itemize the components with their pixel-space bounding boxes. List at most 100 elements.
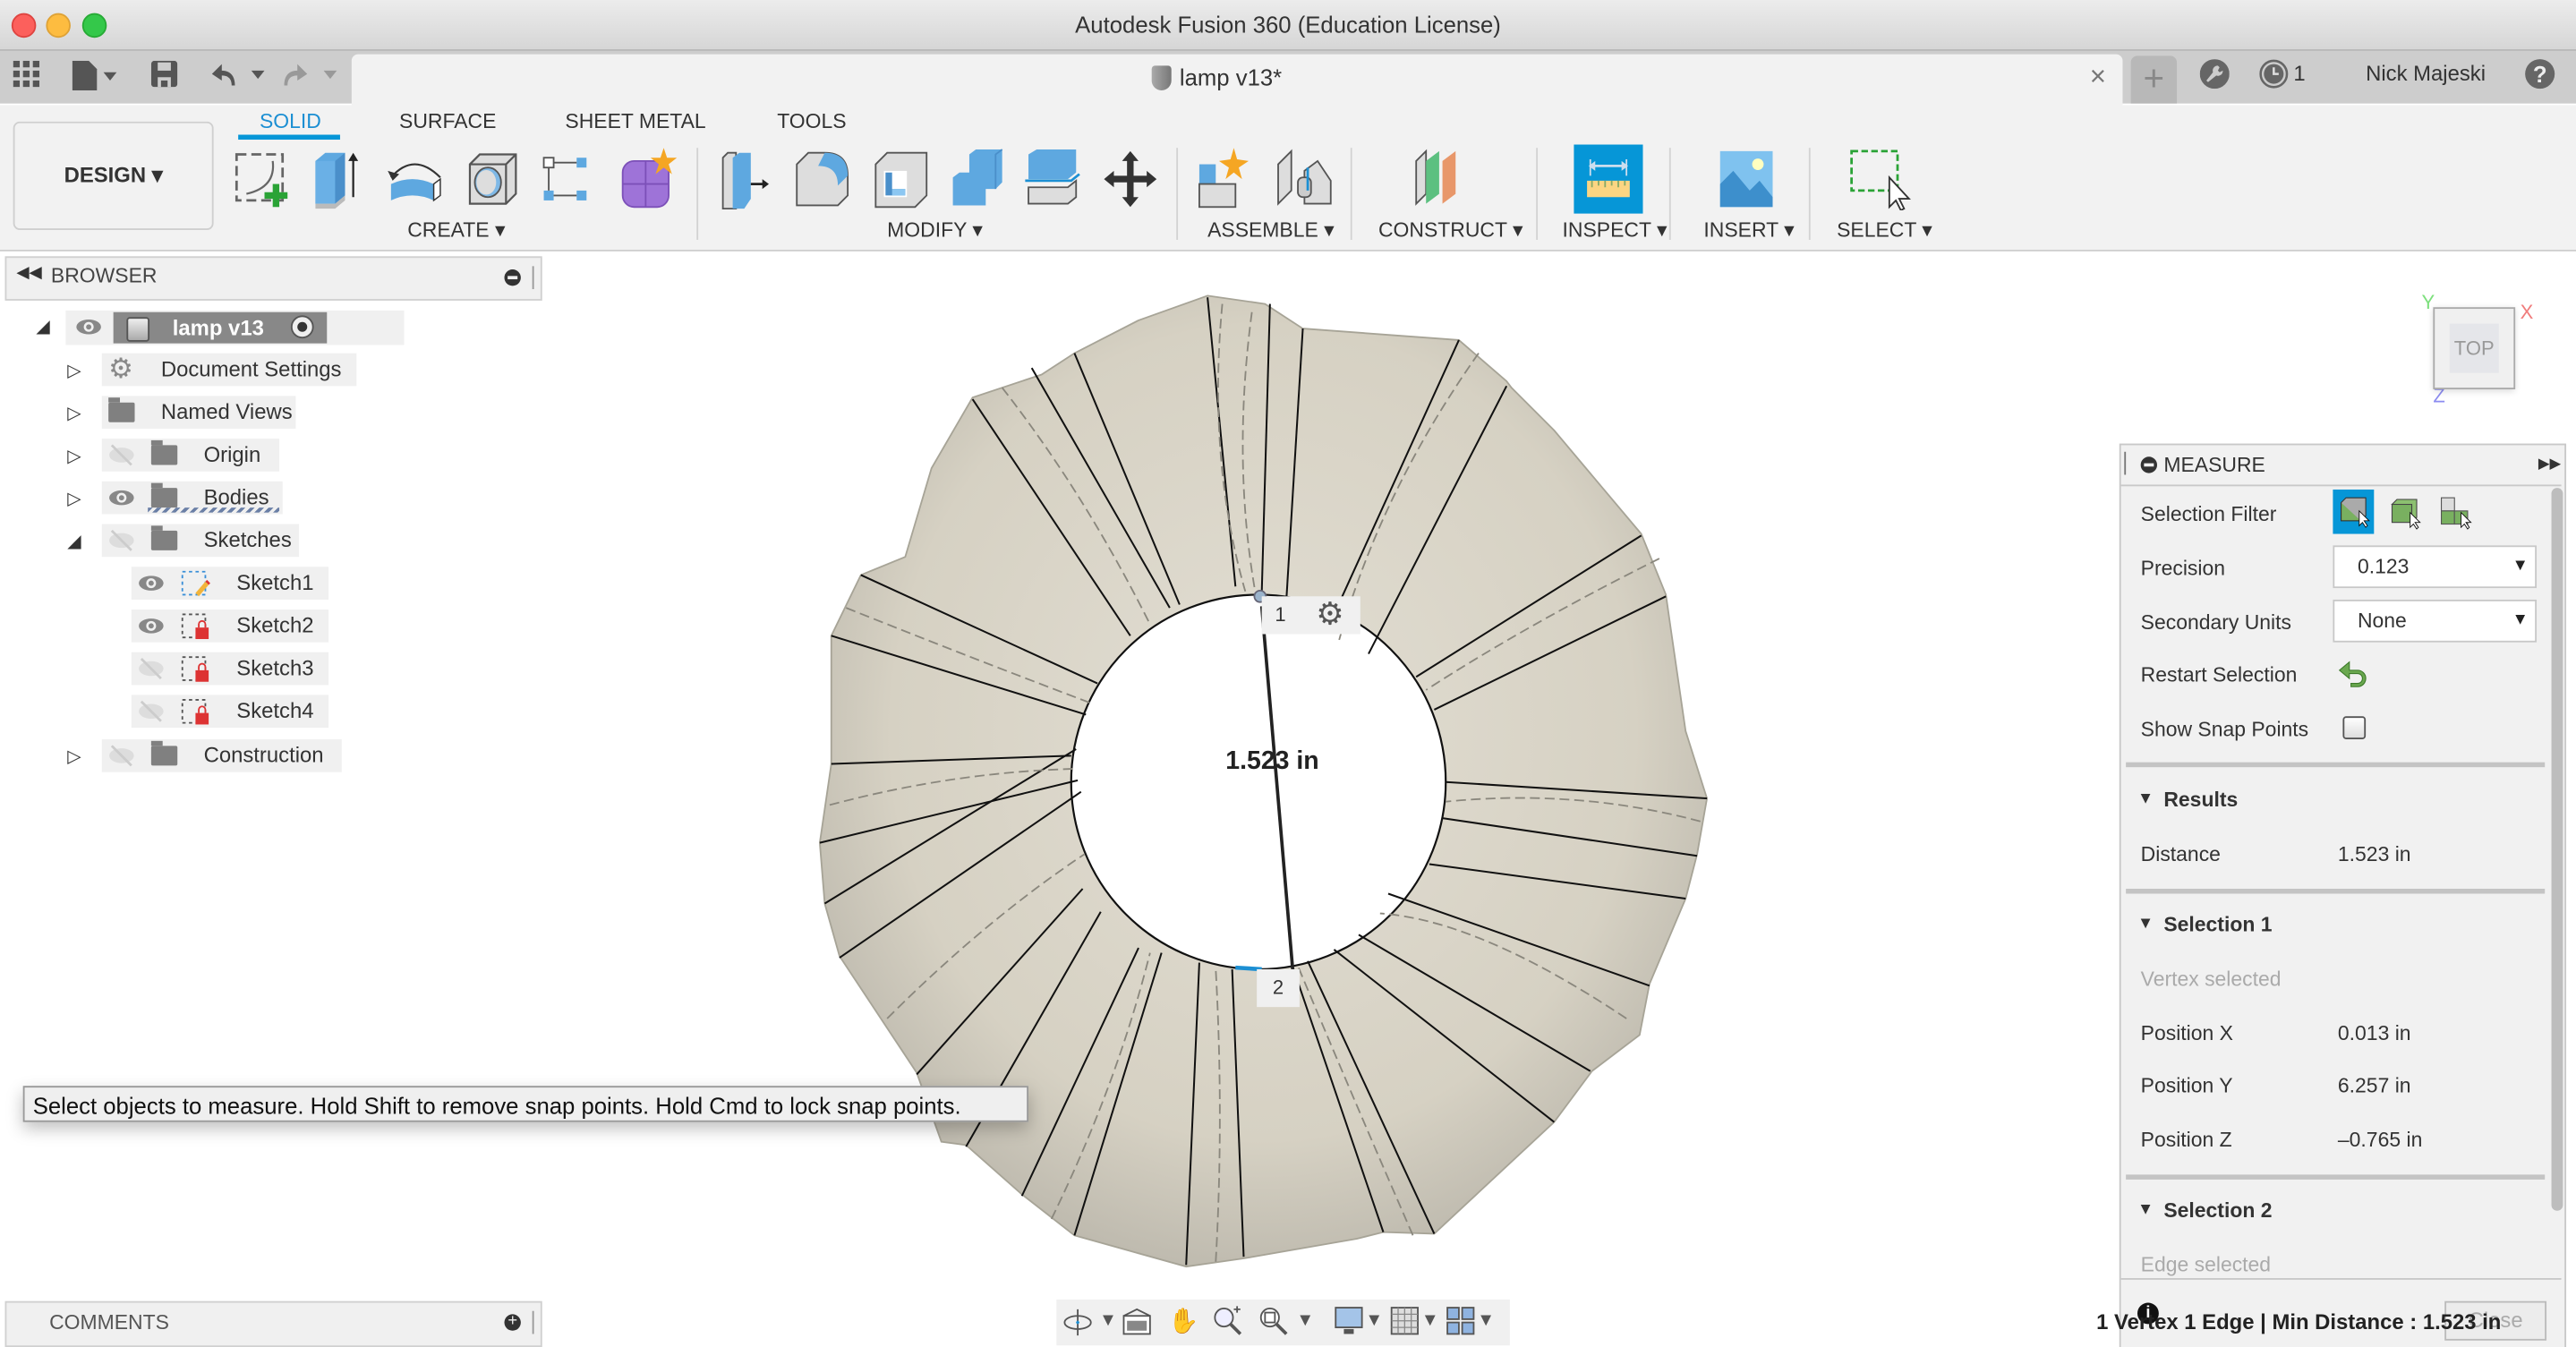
help-icon[interactable]: ?: [2525, 59, 2555, 90]
browser-root-node[interactable]: lamp v13: [65, 310, 405, 345]
offset-plane-icon[interactable]: [1413, 148, 1472, 210]
insert-menu[interactable]: INSERT ▾: [1703, 217, 1794, 242]
orbit-icon[interactable]: [1063, 1306, 1093, 1342]
tab-tools[interactable]: TOOLS: [777, 110, 846, 133]
visibility-eye-icon[interactable]: [108, 486, 134, 509]
new-component-icon[interactable]: [1196, 148, 1255, 210]
extensions-wrench-icon[interactable]: [2199, 59, 2230, 97]
display-settings-icon[interactable]: [1334, 1306, 1363, 1342]
data-panel-icon[interactable]: [13, 60, 40, 96]
create-menu[interactable]: CREATE ▾: [407, 217, 505, 242]
press-pull-icon[interactable]: [716, 148, 775, 210]
expand-toggle[interactable]: ▷: [67, 360, 81, 381]
gear-icon[interactable]: ⚙: [1316, 596, 1343, 634]
visibility-eye-icon[interactable]: [138, 572, 164, 595]
results-collapse-icon[interactable]: ▼: [2137, 790, 2154, 808]
browser-item-sketch3[interactable]: Sketch3: [131, 652, 329, 686]
select-menu[interactable]: SELECT ▾: [1837, 217, 1932, 242]
hidden-eye-icon[interactable]: [108, 529, 134, 552]
activate-radio[interactable]: [290, 315, 314, 339]
hidden-eye-icon[interactable]: [138, 657, 164, 680]
panel-minimize-icon[interactable]: [2140, 456, 2158, 473]
file-icon[interactable]: [72, 60, 122, 98]
modify-menu[interactable]: MODIFY ▾: [887, 217, 983, 242]
browser-item-bodies[interactable]: Bodies: [101, 481, 283, 515]
collapse-browser-icon[interactable]: ◀◀: [16, 265, 41, 283]
panel-scrollbar[interactable]: [2551, 488, 2563, 1211]
move-copy-icon[interactable]: [1101, 148, 1160, 210]
tab-surface[interactable]: SURFACE: [399, 110, 496, 133]
zoom-dropdown-icon[interactable]: ▼: [1296, 1311, 1314, 1331]
browser-resize-handle[interactable]: [532, 266, 534, 290]
grid-settings-icon[interactable]: [1390, 1306, 1420, 1342]
viewports-icon[interactable]: [1446, 1306, 1475, 1342]
fit-icon[interactable]: [1258, 1306, 1288, 1342]
secondary-units-select[interactable]: None ▼: [2333, 599, 2538, 643]
create-sketch-icon[interactable]: [234, 148, 293, 210]
redo-icon[interactable]: [283, 61, 342, 96]
browser-pin-icon[interactable]: [504, 269, 521, 286]
extrude-icon[interactable]: [309, 148, 368, 210]
hole-icon[interactable]: [464, 148, 523, 210]
viewcube[interactable]: Y X Z TOP: [2418, 291, 2534, 407]
selection2-collapse-icon[interactable]: ▼: [2137, 1201, 2154, 1219]
visibility-eye-icon[interactable]: [138, 614, 164, 637]
measure-icon[interactable]: [1574, 144, 1643, 214]
point2-marker[interactable]: 2: [1257, 968, 1300, 1008]
browser-item-sketch2[interactable]: Sketch2: [131, 609, 329, 643]
zoom-icon[interactable]: [1213, 1306, 1242, 1342]
browser-item-sketch4[interactable]: Sketch4: [131, 695, 329, 729]
inspect-menu[interactable]: INSPECT ▾: [1563, 217, 1668, 242]
new-tab-button[interactable]: +: [2130, 55, 2178, 104]
expand-root-toggle[interactable]: ◢: [36, 315, 50, 337]
expand-toggle[interactable]: ▷: [67, 445, 81, 466]
browser-item-document-settings[interactable]: ⚙ Document Settings: [101, 353, 357, 387]
visibility-eye-icon[interactable]: [75, 315, 101, 338]
show-snap-points-checkbox[interactable]: [2342, 716, 2367, 739]
close-tab-button[interactable]: ×: [2090, 61, 2106, 94]
tab-sheet-metal[interactable]: SHEET METAL: [565, 110, 705, 133]
revolve-icon[interactable]: [385, 148, 444, 210]
panel-drag-handle[interactable]: [2124, 451, 2127, 475]
job-status-clock-icon[interactable]: [2259, 59, 2289, 97]
precision-select[interactable]: 0.123 ▼: [2333, 545, 2538, 589]
hidden-eye-icon[interactable]: [138, 700, 164, 723]
browser-item-sketch1[interactable]: Sketch1: [131, 567, 329, 600]
select-window-icon[interactable]: [1847, 148, 1911, 212]
grid-dropdown-icon[interactable]: ▼: [1421, 1311, 1439, 1331]
insert-image-icon[interactable]: [1717, 148, 1776, 210]
filter-entity-button[interactable]: [2333, 489, 2375, 534]
user-name[interactable]: Nick Majeski: [2366, 61, 2486, 86]
pan-hand-icon[interactable]: ✋: [1168, 1306, 1198, 1335]
hidden-eye-icon[interactable]: [108, 444, 134, 467]
orbit-dropdown-icon[interactable]: ▼: [1099, 1311, 1117, 1331]
pattern-icon[interactable]: [539, 148, 598, 210]
document-tab[interactable]: lamp v13* ×: [351, 54, 2123, 106]
look-at-icon[interactable]: [1122, 1306, 1152, 1342]
create-form-icon[interactable]: [618, 148, 678, 210]
viewcube-face[interactable]: TOP: [2433, 307, 2516, 390]
filter-face-button[interactable]: [2387, 494, 2427, 541]
expand-toggle[interactable]: ▷: [67, 746, 81, 767]
combine-icon[interactable]: [946, 148, 1005, 210]
viewports-dropdown-icon[interactable]: ▼: [1477, 1311, 1495, 1331]
browser-item-construction[interactable]: Construction: [101, 738, 342, 772]
shell-icon[interactable]: [871, 148, 930, 210]
browser-item-named-views[interactable]: Named Views: [101, 396, 296, 430]
collapse-toggle[interactable]: ◢: [67, 531, 81, 552]
undo-icon[interactable]: [210, 61, 269, 96]
add-comment-icon[interactable]: +: [504, 1313, 521, 1331]
hidden-eye-icon[interactable]: [108, 744, 134, 767]
expand-toggle[interactable]: ▷: [67, 488, 81, 509]
filter-body-button[interactable]: [2438, 494, 2478, 541]
split-body-icon[interactable]: [1022, 148, 1081, 210]
assemble-menu[interactable]: ASSEMBLE ▾: [1207, 217, 1335, 242]
selection1-collapse-icon[interactable]: ▼: [2137, 915, 2154, 933]
expand-toggle[interactable]: ▷: [67, 403, 81, 424]
display-dropdown-icon[interactable]: ▼: [1365, 1311, 1383, 1331]
workspace-switcher[interactable]: DESIGN ▾: [13, 121, 214, 230]
browser-item-sketches[interactable]: Sketches: [101, 524, 300, 558]
joint-icon[interactable]: [1275, 148, 1334, 210]
construct-menu[interactable]: CONSTRUCT ▾: [1378, 217, 1523, 242]
save-icon[interactable]: [150, 60, 178, 96]
